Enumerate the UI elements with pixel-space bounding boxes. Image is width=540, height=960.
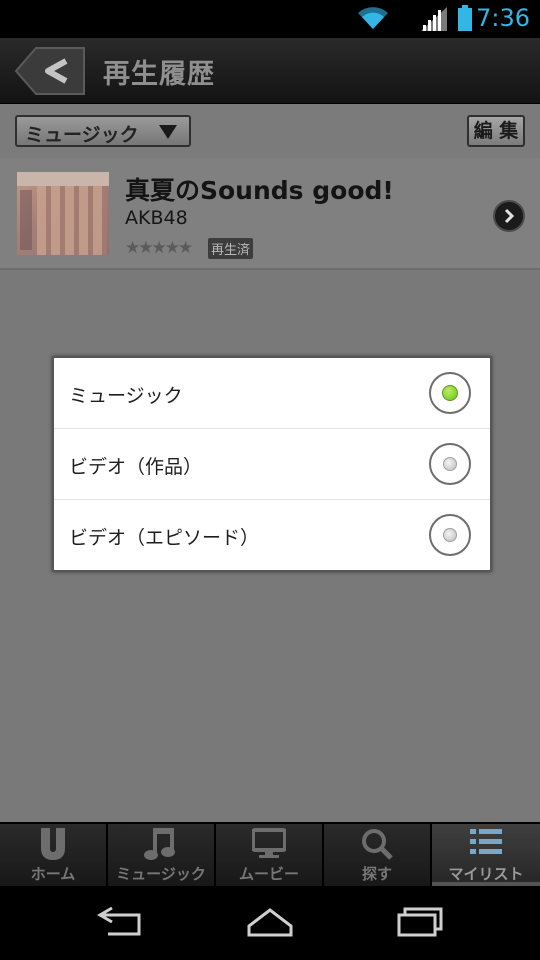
bottom-tab-bar: ホーム ミュージック ムービー 探す マイリスト [0, 822, 540, 886]
wifi-icon [357, 6, 389, 34]
radio-button[interactable] [429, 443, 471, 485]
radio-dot-icon [443, 457, 457, 471]
tab-label: ムービー [238, 865, 299, 883]
signal-icon [421, 7, 447, 35]
option-label: ビデオ（エピソード） [69, 527, 260, 549]
edit-button-label: 編 集 [473, 120, 519, 142]
option-label: ビデオ（作品） [69, 456, 203, 478]
back-arrow-icon [14, 47, 85, 95]
radio-dot-icon [442, 385, 458, 401]
option-video-episode[interactable]: ビデオ（エピソード） [54, 500, 490, 570]
page-title: 再生履歴 [103, 59, 215, 90]
search-icon [361, 828, 393, 864]
filter-bar: ミュージック 編 集 [0, 104, 540, 158]
tab-label: 探す [361, 865, 392, 883]
action-bar: 再生履歴 [0, 38, 540, 104]
system-nav-bar [0, 886, 540, 960]
tv-icon [251, 828, 287, 864]
dropdown-value: ミュージック [25, 124, 139, 146]
category-select-dialog: ミュージック ビデオ（作品） ビデオ（エピソード） [52, 356, 492, 572]
radio-button-selected[interactable] [429, 372, 471, 414]
edit-button[interactable]: 編 集 [467, 115, 525, 147]
u-logo-icon [38, 828, 68, 864]
back-icon[interactable] [96, 904, 144, 942]
tab-label: マイリスト [448, 865, 524, 883]
item-title: 真夏のSounds good! [125, 176, 394, 205]
chevron-down-icon [159, 125, 177, 139]
home-icon[interactable] [246, 904, 294, 942]
option-music[interactable]: ミュージック [54, 358, 490, 428]
status-badge: 再生済 [208, 238, 254, 259]
tab-movie[interactable]: ムービー [216, 824, 324, 886]
recent-apps-icon[interactable] [396, 904, 444, 942]
list-icon [470, 828, 502, 860]
category-dropdown[interactable]: ミュージック [15, 115, 191, 147]
list-item[interactable]: 真夏のSounds good! AKB48 ★★★★★ 再生済 [0, 158, 540, 270]
status-clock: 7:36 [476, 4, 530, 32]
rating-stars: ★★★★★ [125, 238, 193, 258]
tab-label: ミュージック [116, 865, 206, 883]
tab-mylist[interactable]: マイリスト [432, 824, 540, 886]
tab-search[interactable]: 探す [324, 824, 432, 886]
radio-button[interactable] [429, 514, 471, 556]
radio-dot-icon [443, 528, 457, 542]
battery-icon [457, 5, 473, 35]
music-note-icon [144, 828, 178, 866]
tab-label: ホーム [30, 865, 76, 883]
option-label: ミュージック [69, 385, 183, 407]
back-button[interactable] [14, 47, 86, 95]
option-video-work[interactable]: ビデオ（作品） [54, 429, 490, 499]
tab-home[interactable]: ホーム [0, 824, 108, 886]
album-art [17, 172, 109, 255]
chevron-right-icon[interactable] [493, 200, 525, 232]
item-artist: AKB48 [125, 207, 188, 229]
status-bar: 7:36 [0, 0, 540, 38]
tab-music[interactable]: ミュージック [108, 824, 216, 886]
